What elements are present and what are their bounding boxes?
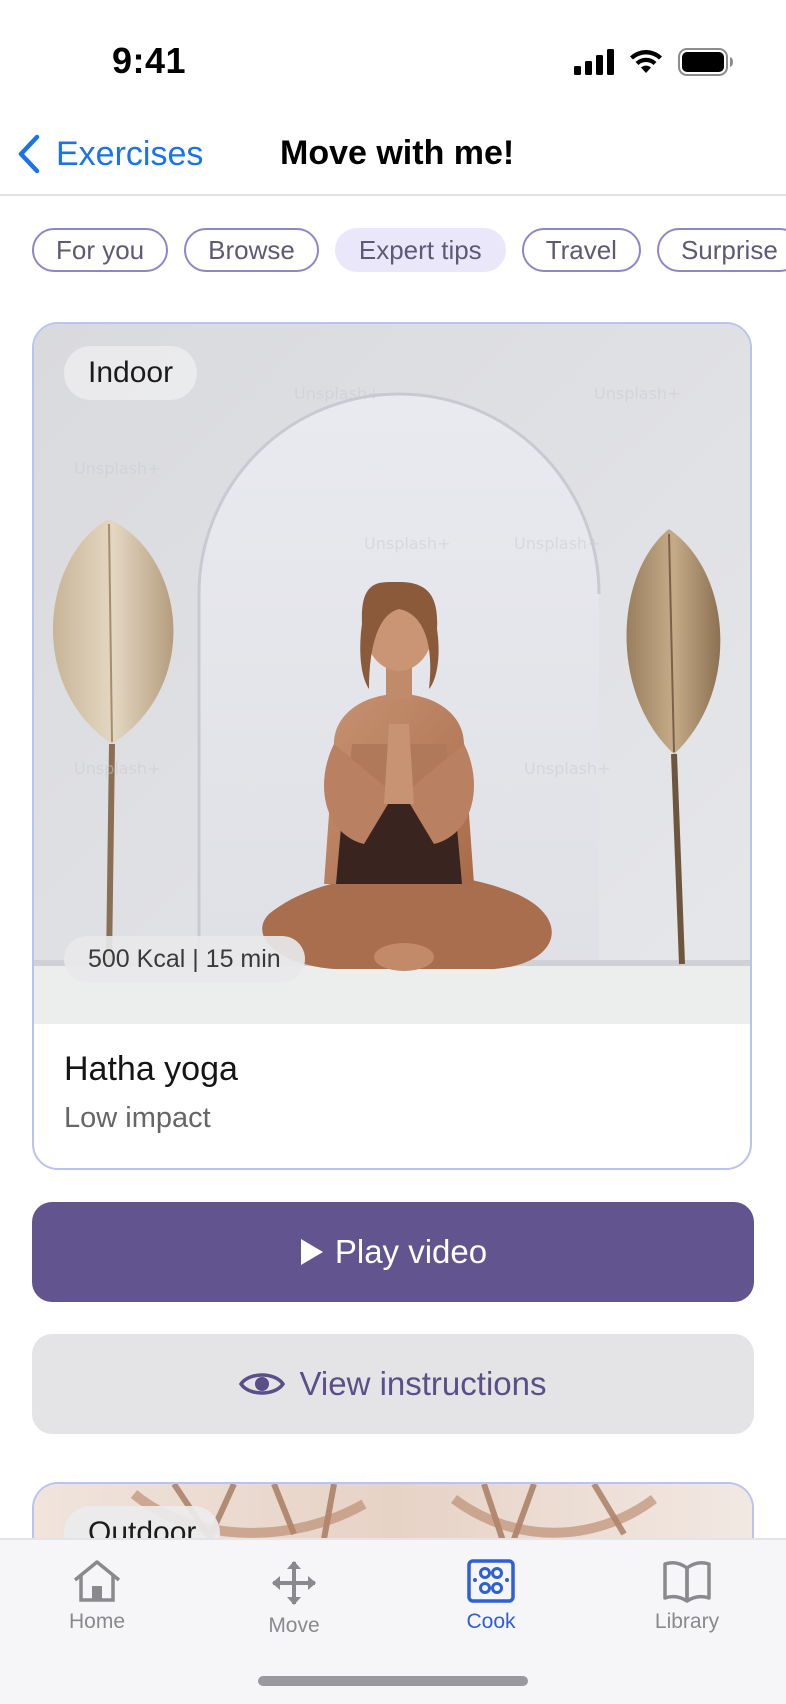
home-icon bbox=[73, 1560, 121, 1602]
back-button[interactable]: Exercises bbox=[16, 130, 203, 178]
workout-title: Hatha yoga bbox=[64, 1050, 238, 1088]
cook-icon bbox=[467, 1559, 515, 1603]
play-video-label: Play video bbox=[334, 1233, 488, 1270]
stats-badge: 500 Kcal | 15 min bbox=[64, 936, 305, 982]
yoga-illustration: Unsplash+ Unsplash+ Unsplash+ Unsplash+ … bbox=[34, 324, 750, 1024]
tab-home[interactable]: Home bbox=[22, 1558, 172, 1634]
cellular-signal-icon bbox=[574, 49, 614, 75]
move-icon bbox=[272, 1561, 316, 1605]
svg-text:Unsplash+: Unsplash+ bbox=[74, 759, 160, 778]
view-instructions-button[interactable]: View instructions bbox=[32, 1334, 754, 1434]
tab-cook[interactable]: Cook bbox=[416, 1558, 566, 1634]
status-icons bbox=[574, 48, 734, 76]
book-icon bbox=[663, 1561, 711, 1603]
location-tag: Indoor bbox=[64, 346, 198, 400]
eye-icon bbox=[239, 1373, 286, 1395]
svg-text:Unsplash+: Unsplash+ bbox=[74, 459, 160, 478]
workout-subtitle: Low impact bbox=[64, 1102, 211, 1134]
svg-text:Unsplash+: Unsplash+ bbox=[514, 534, 600, 553]
wifi-icon bbox=[630, 50, 662, 73]
play-icon bbox=[300, 1239, 323, 1265]
workout-card[interactable]: Unsplash+ Unsplash+ Unsplash+ Unsplash+ … bbox=[32, 322, 752, 1170]
svg-text:Unsplash+: Unsplash+ bbox=[524, 759, 610, 778]
chip-travel[interactable]: Travel bbox=[521, 228, 641, 272]
svg-text:Unsplash+: Unsplash+ bbox=[594, 384, 680, 403]
status-bar: 9:41 bbox=[0, 0, 786, 120]
chip-for-you[interactable]: For you bbox=[32, 228, 169, 272]
chevron-left-icon bbox=[18, 134, 40, 174]
tab-library[interactable]: Library bbox=[612, 1558, 762, 1634]
status-time: 9:41 bbox=[112, 40, 187, 81]
svg-text:Unsplash+: Unsplash+ bbox=[294, 384, 380, 403]
page-title: Move with me! bbox=[280, 134, 515, 172]
tab-move-label: Move bbox=[268, 1614, 320, 1637]
play-video-button[interactable]: Play video bbox=[32, 1202, 754, 1302]
navigation-bar: Exercises Move with me! bbox=[0, 120, 786, 196]
tab-library-label: Library bbox=[654, 1610, 720, 1633]
home-indicator[interactable] bbox=[258, 1676, 528, 1686]
workout-image: Unsplash+ Unsplash+ Unsplash+ Unsplash+ … bbox=[34, 324, 750, 1024]
view-instructions-label: View instructions bbox=[299, 1365, 547, 1402]
tab-move[interactable]: Move bbox=[219, 1558, 369, 1638]
tab-cook-label: Cook bbox=[466, 1610, 516, 1633]
chip-expert-tips[interactable]: Expert tips bbox=[334, 228, 506, 272]
battery-icon bbox=[678, 48, 733, 76]
svg-text:Unsplash+: Unsplash+ bbox=[364, 534, 450, 553]
category-chips: For you Browse Expert tips Travel Surpri… bbox=[32, 228, 786, 272]
back-label: Exercises bbox=[56, 134, 204, 173]
chip-browse[interactable]: Browse bbox=[184, 228, 319, 272]
tab-home-label: Home bbox=[68, 1610, 126, 1633]
chip-surprise[interactable]: Surprise bbox=[656, 228, 786, 272]
